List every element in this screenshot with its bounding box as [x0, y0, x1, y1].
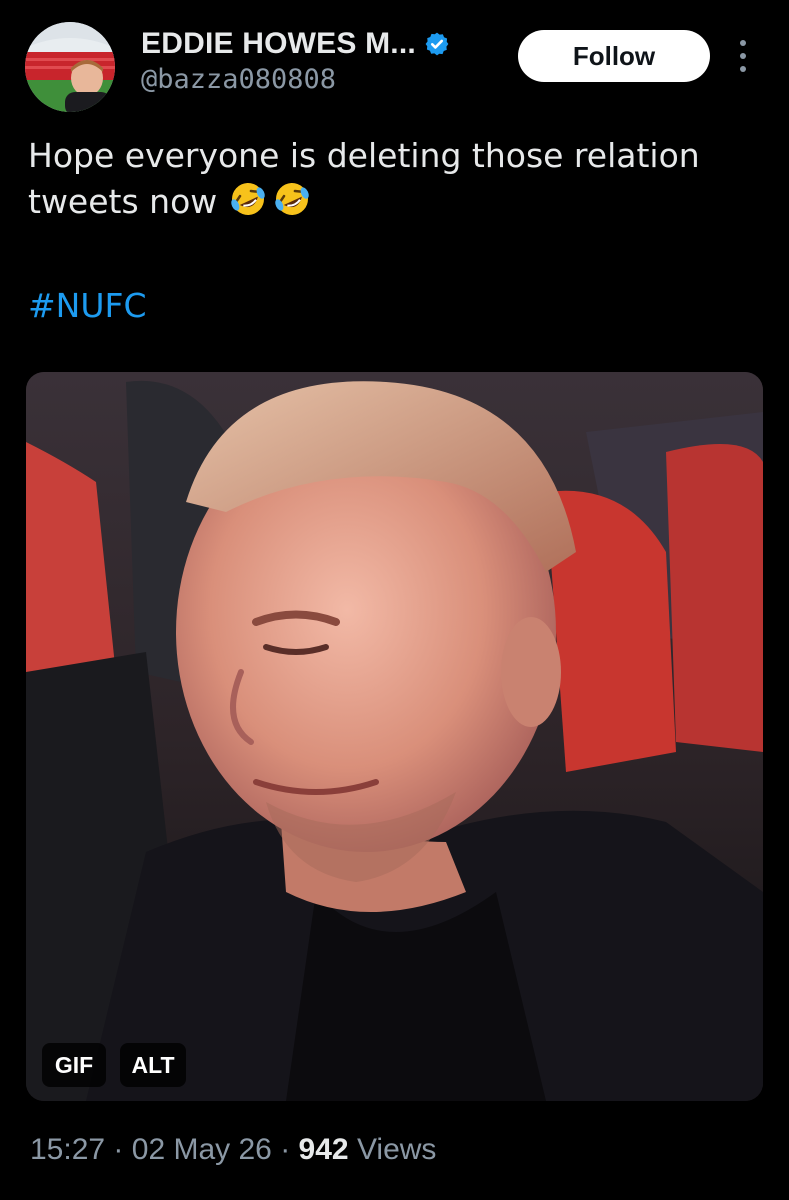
- alt-text-button[interactable]: ALT: [120, 1043, 186, 1087]
- tweet-date[interactable]: 02 May 26: [132, 1133, 272, 1166]
- views-count: 942: [298, 1133, 349, 1166]
- avatar-image: [25, 22, 115, 112]
- tweet-text: Hope everyone is deleting those relation…: [28, 133, 768, 231]
- tweet-media-gif[interactable]: [26, 372, 763, 1101]
- rolling-laughing-emoji-icon: [228, 179, 272, 231]
- rolling-laughing-emoji-icon: [272, 179, 316, 231]
- more-options-icon[interactable]: [730, 36, 756, 76]
- views-label: Views: [356, 1133, 437, 1166]
- author-name-row[interactable]: EDDIE HOWES M...: [141, 24, 450, 64]
- hashtag-link[interactable]: #NUFC: [28, 286, 147, 325]
- tweet-meta: 15:27 · 02 May 26 · 942 Views: [30, 1133, 436, 1167]
- author-handle[interactable]: @bazza080808: [141, 64, 336, 95]
- follow-button[interactable]: Follow: [518, 30, 710, 82]
- gif-badge: GIF: [42, 1043, 106, 1087]
- meta-separator: ·: [280, 1133, 291, 1166]
- meta-separator: ·: [113, 1133, 124, 1166]
- tweet-time[interactable]: 15:27: [30, 1133, 105, 1166]
- verified-badge-icon: [424, 31, 450, 57]
- gif-frame-image: [26, 372, 763, 1101]
- author-display-name[interactable]: EDDIE HOWES M...: [141, 27, 416, 61]
- avatar[interactable]: [25, 22, 115, 112]
- tweet-text-body: Hope everyone is deleting those relation…: [28, 136, 700, 221]
